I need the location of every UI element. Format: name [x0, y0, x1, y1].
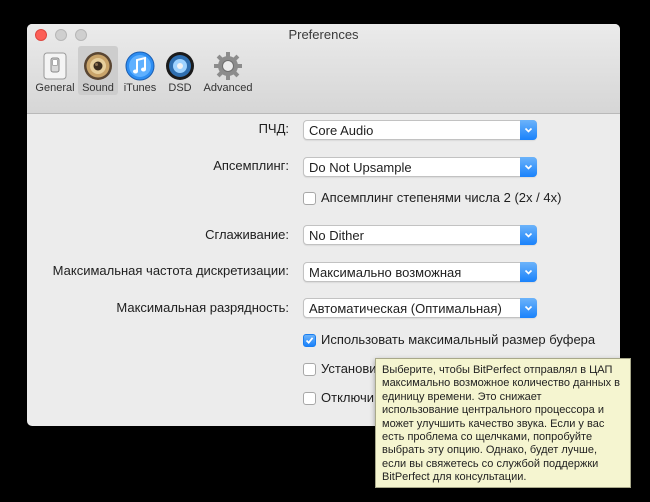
tab-label: General	[35, 82, 75, 94]
chevron-down-icon	[520, 225, 537, 245]
dither-popup[interactable]: No Dither	[303, 225, 537, 245]
tooltip-line: выбрать эту опцию. Однако, будет лучше,	[382, 444, 598, 457]
checkbox-box[interactable]	[303, 363, 316, 376]
itunes-icon	[123, 49, 157, 83]
tab-label: iTunes	[123, 82, 157, 94]
dac-label: ПЧД:	[258, 121, 289, 136]
tooltip-line: BitPerfect для консультации.	[382, 471, 527, 484]
max-bits-value: Автоматическая (Оптимальная)	[309, 301, 502, 316]
tab-itunes[interactable]: iTunes	[120, 46, 160, 95]
chevron-down-icon	[520, 120, 537, 140]
tooltip-line: Выберите, чтобы BitPerfect отправлял в Ц…	[382, 364, 613, 376]
tab-label: DSD	[168, 82, 192, 94]
chevron-down-icon	[520, 157, 537, 177]
disable-label: Отключи	[321, 390, 374, 405]
tooltip-line: может улучшить качество звука. Если у ва…	[382, 417, 605, 430]
checkbox-box[interactable]	[303, 192, 316, 205]
max-bits-popup[interactable]: Автоматическая (Оптимальная)	[303, 298, 537, 318]
upsampling-power2-label: Апсемплинг степенями числа 2 (2x / 4x)	[321, 190, 562, 205]
tooltip-line: есть проблема со щелчками, попробуйте	[382, 431, 593, 444]
install-label: Установи	[321, 361, 377, 376]
disc-icon	[163, 49, 197, 83]
upsampling-label: Апсемплинг:	[213, 158, 289, 173]
help-tooltip: Выберите, чтобы BitPerfect отправлял в Ц…	[375, 358, 631, 488]
upsampling-popup[interactable]: Do Not Upsample	[303, 157, 537, 177]
tab-advanced[interactable]: Advanced	[200, 46, 256, 95]
window-title: Preferences	[288, 27, 359, 42]
dither-label: Сглаживание:	[205, 227, 289, 242]
tab-label: Sound	[82, 82, 114, 94]
tooltip-line: максимально возможное количество данных …	[382, 377, 621, 390]
tooltip-line: единицу времени. Это снижает	[382, 390, 542, 403]
chevron-down-icon	[520, 262, 537, 282]
gear-icon	[211, 49, 245, 83]
tab-dsd[interactable]: DSD	[162, 46, 198, 95]
checkbox-box[interactable]	[303, 392, 316, 405]
speaker-icon	[81, 49, 115, 83]
max-bits-label: Максимальная разрядность:	[116, 300, 289, 315]
tab-general[interactable]: General	[34, 46, 76, 95]
max-buffer-label: Использовать максимальный размер буфера	[321, 332, 596, 347]
tab-sound[interactable]: Sound	[78, 46, 118, 95]
tab-label: Advanced	[203, 82, 253, 94]
dac-value: Core Audio	[309, 123, 374, 138]
tooltip-line: использование центрального процессора и	[382, 404, 604, 417]
max-rate-popup[interactable]: Максимально возможная	[303, 262, 537, 282]
dac-popup[interactable]: Core Audio	[303, 120, 537, 140]
upsampling-value: Do Not Upsample	[309, 160, 412, 175]
titlebar: Preferences General Sound iTunes DSD Adv…	[27, 24, 620, 114]
dither-value: No Dither	[309, 228, 364, 243]
chevron-down-icon	[520, 298, 537, 318]
max-rate-label: Максимальная частота дискретизации:	[52, 263, 289, 278]
tooltip-line: если вы свяжетесь со службой поддержки	[382, 457, 599, 470]
checkbox-box[interactable]	[303, 334, 316, 347]
switch-icon	[38, 49, 72, 83]
max-rate-value: Максимально возможная	[309, 265, 462, 280]
